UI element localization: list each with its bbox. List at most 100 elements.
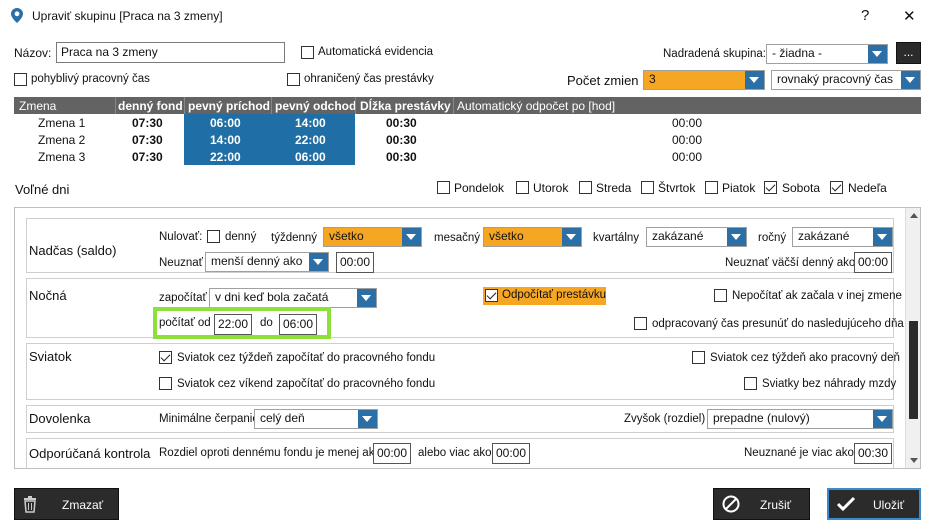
unrecognized-time-input[interactable]: 00:30 <box>854 443 892 464</box>
cancel-label: Zrušiť <box>760 498 792 512</box>
parent-group-value: - žiadna - <box>772 46 823 60</box>
weekly-select[interactable]: všetko <box>323 227 422 247</box>
close-button[interactable]: ✕ <box>903 7 916 25</box>
recommended-section: Odporúčaná kontrola Rozdiel oproti denné… <box>26 438 894 468</box>
min-select[interactable]: celý deň <box>254 409 378 429</box>
chevron-down-icon <box>873 410 892 428</box>
ignore-greater-time-input[interactable]: 00:00 <box>854 252 892 273</box>
week-fund-checkbox[interactable] <box>159 351 172 364</box>
ignore-greater-label: Neuznať väčší denný ako <box>725 257 856 269</box>
parent-group-select[interactable]: - žiadna - <box>766 44 888 64</box>
shift-count-select[interactable]: 3 <box>643 70 765 90</box>
name-input[interactable]: Praca na 3 zmeny <box>56 42 285 63</box>
cell-auto-deduction: 00:00 <box>672 150 703 164</box>
col-header-break-length: Dĺžka prestávky <box>360 99 451 113</box>
cell-departure: 06:00 <box>295 150 326 164</box>
monthly-select[interactable]: všetko <box>483 227 582 247</box>
free-day-tuesday-checkbox[interactable] <box>516 181 529 194</box>
count-from-label: počítať od <box>159 317 211 329</box>
not-count-checkbox[interactable] <box>714 289 727 302</box>
weekly-value: všetko <box>329 229 364 243</box>
browse-button[interactable]: ... <box>896 42 921 64</box>
flex-time-checkbox[interactable] <box>14 73 27 86</box>
limited-break-checkbox[interactable] <box>287 73 300 86</box>
app-pin-icon <box>11 8 23 26</box>
cancel-button[interactable]: Zrušiť <box>713 488 810 520</box>
table-row[interactable]: Zmena 3 07:30 22:00 06:00 00:30 00:00 <box>14 148 921 165</box>
scroll-down-arrow-icon[interactable] <box>910 458 918 463</box>
title-bar: Upraviť skupinu [Praca na 3 zmeny] ? ✕ <box>0 0 934 32</box>
chevron-down-icon <box>309 253 328 271</box>
to-label: do <box>260 317 273 329</box>
chevron-down-icon <box>357 289 376 307</box>
week-fund-label: Sviatok cez týždeň započítať do pracovné… <box>177 352 436 364</box>
auto-evidence-checkbox[interactable] <box>301 46 314 59</box>
night-count-label: započítať <box>159 292 207 304</box>
free-day-friday-checkbox[interactable] <box>705 181 718 194</box>
chevron-down-icon <box>873 228 892 246</box>
parent-group-label: Nadradená skupina: <box>663 48 766 60</box>
free-day-monday-checkbox[interactable] <box>437 181 450 194</box>
night-section: Nočná započítať v dni keď bola začatá Od… <box>26 278 904 339</box>
subtract-break-label: Odpočítať prestávku <box>502 289 607 301</box>
scrollbar-thumb[interactable] <box>909 321 918 419</box>
reset-daily-checkbox[interactable] <box>207 230 220 243</box>
cell-auto-deduction: 00:00 <box>672 133 703 147</box>
diff-time-input[interactable]: 00:00 <box>373 443 411 464</box>
rest-select[interactable]: prepadne (nulový) <box>707 409 893 429</box>
cell-shift: Zmena 3 <box>38 150 86 164</box>
delete-button[interactable]: Zmazať <box>14 488 119 520</box>
no-compensation-checkbox[interactable] <box>744 377 757 390</box>
quarterly-select[interactable]: zakázané <box>646 227 747 247</box>
cancel-circle-icon <box>722 495 740 516</box>
or-label: alebo viac ako <box>418 447 492 459</box>
shifts-table: Zmena denný fond pevný príchod pevný odc… <box>14 97 921 169</box>
overtime-title: Nadčas (saldo) <box>29 243 117 258</box>
free-day-thursday-checkbox[interactable] <box>641 181 654 194</box>
week-workday-label: Sviatok cez týždeň ako pracovný deň <box>710 352 900 364</box>
subtract-break-checkbox[interactable] <box>485 289 498 302</box>
window-title: Upraviť skupinu [Praca na 3 zmeny] <box>32 9 223 23</box>
ignore-select[interactable]: menší denný ako <box>205 252 329 272</box>
cell-arrival: 22:00 <box>210 150 241 164</box>
cell-departure: 14:00 <box>295 116 326 130</box>
yearly-value: zakázané <box>798 229 850 243</box>
daily-label: denný <box>225 231 257 243</box>
vertical-scrollbar[interactable] <box>905 208 920 468</box>
yearly-select[interactable]: zakázané <box>792 227 893 247</box>
cell-auto-deduction: 00:00 <box>672 116 703 130</box>
night-count-select[interactable]: v dni keď bola začatá <box>209 288 377 308</box>
free-day-wednesday-checkbox[interactable] <box>579 181 592 194</box>
week-workday-checkbox[interactable] <box>692 351 705 364</box>
scroll-up-arrow-icon[interactable] <box>910 213 918 218</box>
free-day-saturday-checkbox[interactable] <box>764 181 777 194</box>
ignore-time-input[interactable]: 00:00 <box>336 252 374 273</box>
free-day-sunday-checkbox[interactable] <box>830 181 843 194</box>
diff-label: Rozdiel oproti dennému fondu je menej ak… <box>159 447 381 459</box>
cell-departure: 22:00 <box>295 133 326 147</box>
cell-break: 00:30 <box>386 150 417 164</box>
flex-time-label: pohyblivý pracovný čas <box>31 73 150 85</box>
help-button[interactable]: ? <box>861 7 869 24</box>
browse-label: ... <box>903 45 914 59</box>
chevron-down-icon <box>868 45 887 63</box>
chevron-down-icon <box>901 71 920 89</box>
cell-daily-fund: 07:30 <box>132 133 163 147</box>
save-button[interactable]: Uložiť <box>827 488 921 520</box>
moved-checkbox[interactable] <box>634 317 647 330</box>
table-row[interactable]: Zmena 2 07:30 14:00 22:00 00:30 00:00 <box>14 131 921 148</box>
column-divider <box>184 97 185 114</box>
vacation-title: Dovolenka <box>29 411 91 426</box>
rest-value: prepadne (nulový) <box>713 411 810 425</box>
work-time-mode-select[interactable]: rovnaký pracovný čas <box>771 70 921 90</box>
chevron-down-icon <box>745 71 764 89</box>
from-time-input[interactable]: 22:00 <box>214 314 252 335</box>
to-time-input[interactable]: 06:00 <box>279 314 317 335</box>
unrecognized-label: Neuznané je viac ako <box>744 447 854 459</box>
table-row[interactable]: Zmena 1 07:30 06:00 14:00 00:30 00:00 <box>14 114 921 131</box>
cell-break: 00:30 <box>386 116 417 130</box>
night-title: Nočná <box>29 288 67 303</box>
weekend-fund-checkbox[interactable] <box>159 377 172 390</box>
limited-break-label: ohraničený čas prestávky <box>304 73 434 85</box>
or-time-input[interactable]: 00:00 <box>492 443 530 464</box>
